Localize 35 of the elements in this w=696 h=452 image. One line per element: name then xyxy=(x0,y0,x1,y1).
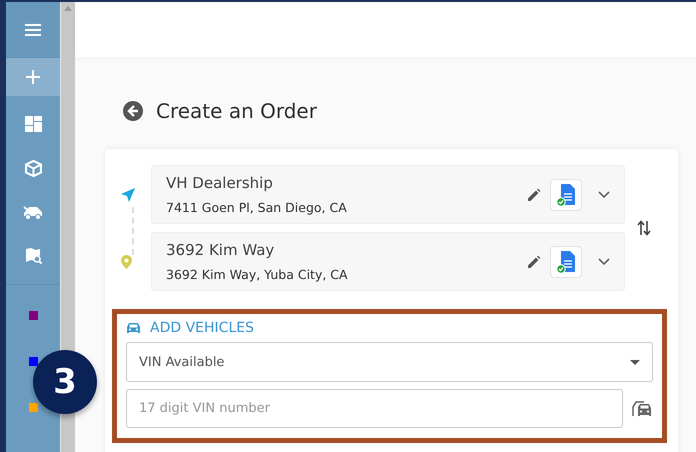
document-check-icon xyxy=(556,182,576,206)
map-search-icon xyxy=(24,247,42,265)
chevron-down-icon[interactable] xyxy=(598,190,610,198)
box-icon xyxy=(24,160,42,176)
back-icon[interactable] xyxy=(123,101,143,121)
vin-input-field[interactable]: 17 digit VIN number xyxy=(126,389,623,428)
document-check-icon xyxy=(556,250,576,274)
document-button[interactable] xyxy=(550,246,582,278)
location-pin-icon xyxy=(121,254,132,268)
cars-icon[interactable] xyxy=(631,400,653,418)
pencil-icon[interactable] xyxy=(528,256,540,268)
menu-icon xyxy=(25,24,41,36)
stop-name: VH Dealership xyxy=(166,174,274,192)
color-square[interactable] xyxy=(28,311,38,320)
stop-card[interactable]: 3692 Kim Way 3692 Kim Way, Yuba City, CA xyxy=(151,232,625,291)
navigation-arrow-icon xyxy=(121,188,135,202)
vin-mode-dropdown[interactable]: VIN Available xyxy=(126,342,653,382)
dropdown-caret-icon xyxy=(630,360,640,364)
dashboard-icon xyxy=(24,116,42,132)
stop-address: 7411 Goen Pl, San Diego, CA xyxy=(166,200,348,215)
pencil-icon[interactable] xyxy=(528,188,540,200)
stop-name: 3692 Kim Way xyxy=(166,241,276,259)
car-icon xyxy=(126,322,141,334)
truck-icon xyxy=(23,204,43,220)
section-heading: ADD VEHICLES xyxy=(150,320,254,336)
stop-card[interactable]: VH Dealership 7411 Goen Pl, San Diego, CA xyxy=(151,165,625,224)
sidebar-item[interactable] xyxy=(6,58,60,96)
color-square[interactable] xyxy=(28,403,38,412)
stop-address: 3692 Kim Way, Yuba City, CA xyxy=(166,267,349,282)
color-square[interactable] xyxy=(28,357,38,366)
swap-arrows-icon[interactable] xyxy=(637,220,651,236)
page-title: Create an Order xyxy=(156,99,317,123)
document-button[interactable] xyxy=(550,178,582,210)
plus-icon xyxy=(26,70,40,84)
chevron-down-icon[interactable] xyxy=(598,258,610,266)
